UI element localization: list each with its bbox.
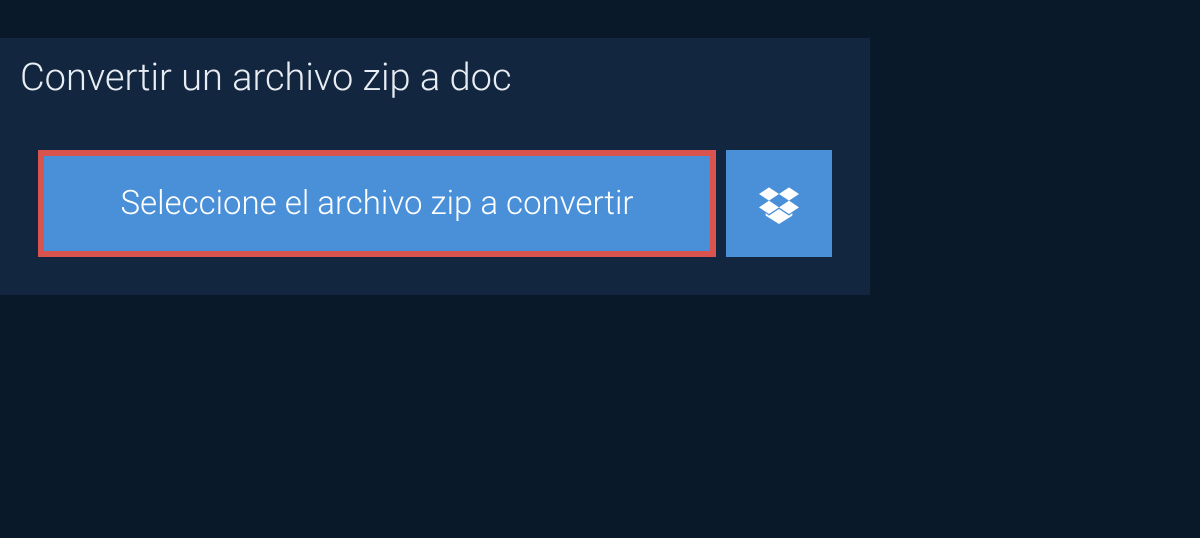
dropbox-icon — [759, 184, 799, 224]
button-area: Seleccione el archivo zip a convertir — [0, 118, 870, 295]
select-file-button[interactable]: Seleccione el archivo zip a convertir — [38, 150, 716, 257]
select-file-label: Seleccione el archivo zip a convertir — [120, 184, 633, 223]
dropbox-button[interactable] — [726, 150, 832, 257]
converter-panel: Convertir un archivo zip a doc Seleccion… — [0, 38, 870, 295]
page-title: Convertir un archivo zip a doc — [0, 38, 536, 118]
